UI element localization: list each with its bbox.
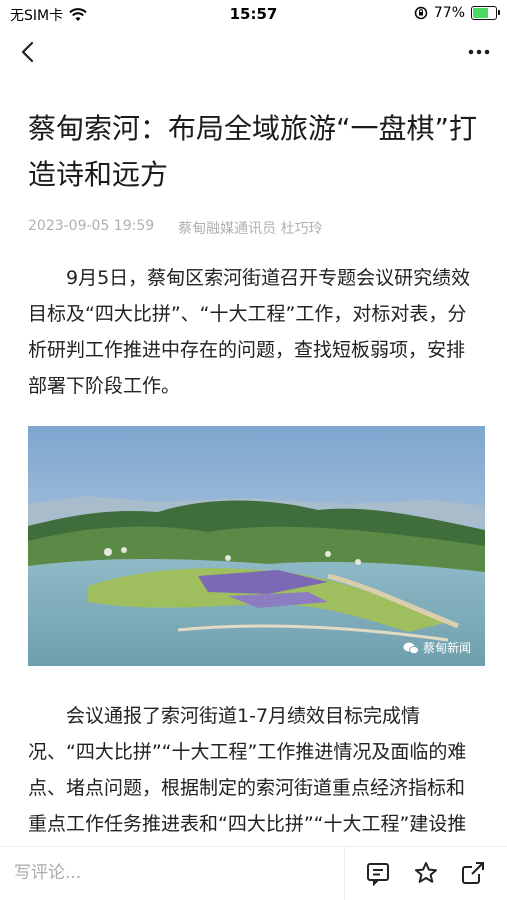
image-watermark: 蔡甸新闻	[403, 639, 471, 656]
more-icon[interactable]	[465, 38, 493, 66]
watermark-label: 蔡甸新闻	[422, 641, 471, 655]
wechat-icon	[403, 642, 419, 654]
nav-bar	[0, 28, 507, 76]
article-author: 蔡甸融媒通讯员 杜巧玲	[178, 221, 323, 237]
article-date: 2023-09-05 19:59	[28, 218, 155, 234]
status-bar: 无SIM卡 15:57 77%	[0, 0, 507, 28]
status-right: 77%	[414, 5, 500, 21]
battery-cap	[498, 10, 500, 15]
bottom-bar: 写评论...	[0, 846, 507, 900]
article-content[interactable]: 蔡甸索河：布局全域旅游“一盘棋”打造诗和远方 2023-09-05 19:59 …	[0, 92, 507, 847]
article-meta: 2023-09-05 19:59 蔡甸融媒通讯员 杜巧玲	[28, 218, 479, 238]
battery-icon	[471, 6, 500, 20]
article-image[interactable]: 蔡甸新闻	[28, 426, 485, 666]
aerial-landscape-image	[28, 426, 485, 666]
battery-fill	[473, 8, 488, 18]
comment-icon[interactable]	[364, 859, 392, 887]
comment-input[interactable]: 写评论...	[0, 847, 345, 900]
article-paragraph-2: 会议通报了索河街道1-7月绩效目标完成情况、“四大比拼”“十大工程”工作推进情况…	[28, 705, 467, 835]
star-icon[interactable]	[412, 859, 440, 887]
battery-percent: 77%	[433, 5, 465, 21]
share-icon[interactable]	[459, 859, 487, 887]
back-icon[interactable]	[14, 38, 42, 66]
article-paragraph-1: 9月5日，蔡甸区索河街道召开专题会议研究绩效目标及“四大比拼”、“十大工程”工作…	[28, 267, 471, 397]
article-title: 蔡甸索河：布局全域旅游“一盘棋”打造诗和远方	[28, 112, 478, 191]
orientation-lock-icon	[414, 6, 428, 20]
